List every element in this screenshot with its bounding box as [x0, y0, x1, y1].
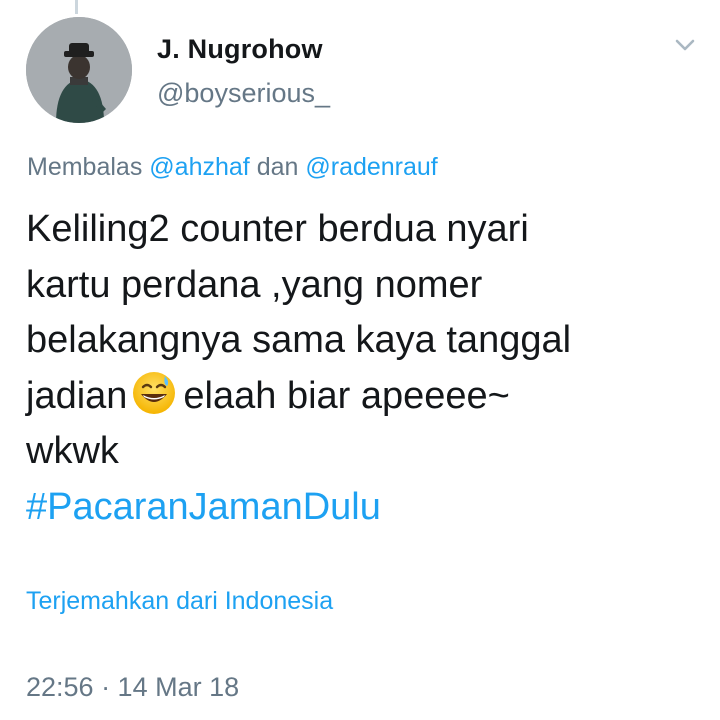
tweet-text-line-4-start: jadian: [26, 374, 128, 417]
mention-link-radenrauf[interactable]: @radenrauf: [305, 153, 437, 181]
reply-context: Membalas @ahzhaf dan @radenrauf: [27, 153, 438, 182]
tweet-text-line-1: Keliling2 counter berdua nyari: [26, 208, 529, 250]
author-display-name[interactable]: J. Nugrohow: [157, 34, 323, 65]
reply-joiner: dan: [256, 153, 299, 181]
tweet-text-line-3: belakangnya sama kaya tanggal: [26, 319, 572, 361]
grinning-sweat-face-emoji-icon: [131, 370, 177, 416]
tweet-body: Keliling2 counter berdua nyari kartu per…: [26, 202, 686, 535]
chevron-down-icon: [675, 39, 695, 51]
avatar-photo-icon: [26, 17, 132, 123]
tweet-text-line-2: kartu perdana ,yang nomer: [26, 263, 483, 306]
author-handle[interactable]: @boyserious_: [157, 78, 330, 109]
translate-tweet-link[interactable]: Terjemahkan dari Indonesia: [26, 587, 333, 616]
tweet-timestamp[interactable]: 22:56 · 14 Mar 18: [26, 672, 239, 703]
avatar[interactable]: [26, 17, 132, 123]
mention-link-ahzhaf[interactable]: @ahzhaf: [149, 153, 249, 181]
thread-connector-line: [75, 0, 78, 14]
tweet-text-line-4-end: elaah biar apeeee~: [183, 374, 510, 417]
tweet-menu-button[interactable]: [671, 34, 699, 56]
tweet-text-line-4: jadian elaah biar apeeee~: [26, 369, 686, 425]
reply-prefix: Membalas: [27, 153, 143, 181]
tweet-text-line-5: wkwk: [26, 430, 119, 472]
hashtag-link[interactable]: #PacaranJamanDulu: [26, 480, 686, 536]
